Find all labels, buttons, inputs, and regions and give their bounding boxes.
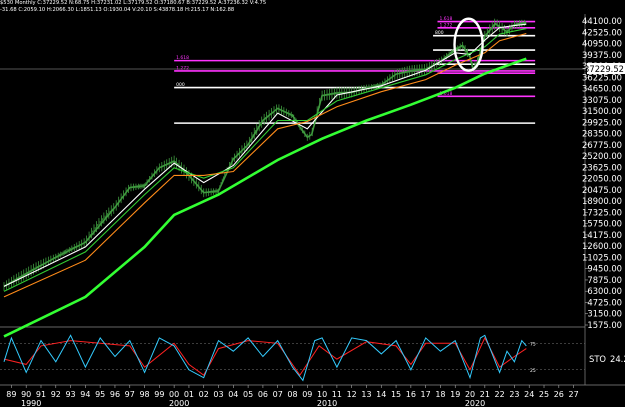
price-tick-label: 12600.00 [582,241,622,251]
year-tick-label: 20 [465,390,475,399]
horizontal-level-label: 000 [176,82,185,88]
year-tick-label: 10 [317,390,327,399]
price-tick-label: 1575.00 [587,320,622,330]
price-tick-label: 22050.00 [582,174,622,184]
grid-layer [0,14,625,386]
price-tick-label: 31500.00 [582,106,622,116]
price-tick-label: 44100.00 [582,16,622,26]
decade-label: 2000 [169,399,189,407]
sto-level-label: 25 [530,368,536,374]
year-tick-label: 00 [169,390,179,399]
year-tick-label: 13 [361,390,371,399]
price-tick-label: 40950.00 [582,39,622,49]
price-tick-label: 39375.00 [582,50,622,60]
year-tick-label: 05 [243,390,253,399]
price-tick-label: 28350.00 [582,129,622,139]
price-tick-label: 34650.00 [582,84,622,94]
year-tick-label: 14 [376,390,386,399]
year-tick-label: 95 [95,390,105,399]
year-tick-label: 09 [302,390,312,399]
last-value-label: 37229.52 [584,64,624,74]
year-tick-label: 08 [287,390,297,399]
year-tick-label: 94 [80,390,90,399]
year-tick-label: 11 [332,390,342,399]
horizontal-level-label: 1.618 [439,16,452,22]
price-tick-label: 25200.00 [582,151,622,161]
year-tick-label: 07 [273,390,283,399]
horizontal-level-label: 1.272 [439,22,452,28]
price-tick-label: 42525.00 [582,27,622,37]
year-tick-label: 27 [569,390,579,399]
year-tick-label: 99 [154,390,164,399]
year-tick-label: 90 [21,390,31,399]
price-tick-label: 14175.00 [582,230,622,240]
year-tick-label: 26 [554,390,564,399]
price-series-layer [3,18,527,291]
year-tick-label: 98 [139,390,149,399]
year-tick-label: 96 [110,390,120,399]
price-tick-label: 9450.00 [587,264,622,274]
year-tick-label: 12 [347,390,357,399]
decade-label: 2010 [317,399,337,407]
price-tick-label: 26775.00 [582,140,622,150]
year-tick-label: 01 [184,390,194,399]
horizontal-level-label: 800 [435,30,444,36]
annotation-ellipse-layer [453,17,484,72]
year-tick-label: 23 [509,390,519,399]
price-tick-label: 4725.00 [587,297,622,307]
stochastic-panel: 75 25 STO 24.2 [0,334,625,382]
price-series-line [3,21,527,288]
year-tick-label: 17 [421,390,431,399]
price-tick-label: 33075.00 [582,95,622,105]
year-tick-label: 15 [391,390,401,399]
price-tick-label: 6300.00 [587,286,622,296]
sto-level-label: 75 [530,341,536,347]
price-tick-label: 20475.00 [582,185,622,195]
moving-average-ma_mid [3,28,527,292]
horizontal-level-label: 1.618 [176,55,189,61]
axis-layer: 44100.0042525.0040950.0039375.0037800.00… [6,16,625,407]
price-tick-label: 23625.00 [582,162,622,172]
year-tick-label: 02 [199,390,209,399]
year-tick-label: 89 [6,390,16,399]
year-tick-label: 24 [524,390,534,399]
price-chart[interactable]: 1.6181.2728001.6181.2720001.618 7525STO 2… [0,0,625,407]
moving-average-ma_long [3,57,527,338]
year-tick-label: 19 [450,390,460,399]
price-tick-label: 29925.00 [582,117,622,127]
year-tick-label: 04 [228,390,238,399]
year-tick-label: 03 [213,390,223,399]
annotation-ellipse [453,17,484,72]
price-tick-label: 17325.00 [582,207,622,217]
sto-value: 24.2 [610,354,625,364]
year-tick-label: 21 [480,390,490,399]
year-tick-label: 06 [258,390,268,399]
year-tick-label: 93 [65,390,75,399]
year-tick-label: 16 [406,390,416,399]
horizontal-level-label: 1.272 [176,65,189,71]
year-tick-label: 25 [539,390,549,399]
sto-title: STO [589,354,606,364]
price-tick-label: 18900.00 [582,196,622,206]
price-tick-label: 15750.00 [582,219,622,229]
year-tick-label: 97 [125,390,135,399]
price-tick-label: 3150.00 [587,309,622,319]
decade-label: 2020 [465,399,485,407]
decade-label: 1990 [21,399,41,407]
year-tick-label: 18 [435,390,445,399]
price-tick-label: 7875.00 [587,275,622,285]
year-tick-label: 22 [495,390,505,399]
year-tick-label: 92 [51,390,61,399]
price-tick-label: 11025.00 [582,252,622,262]
year-tick-label: 91 [36,390,46,399]
